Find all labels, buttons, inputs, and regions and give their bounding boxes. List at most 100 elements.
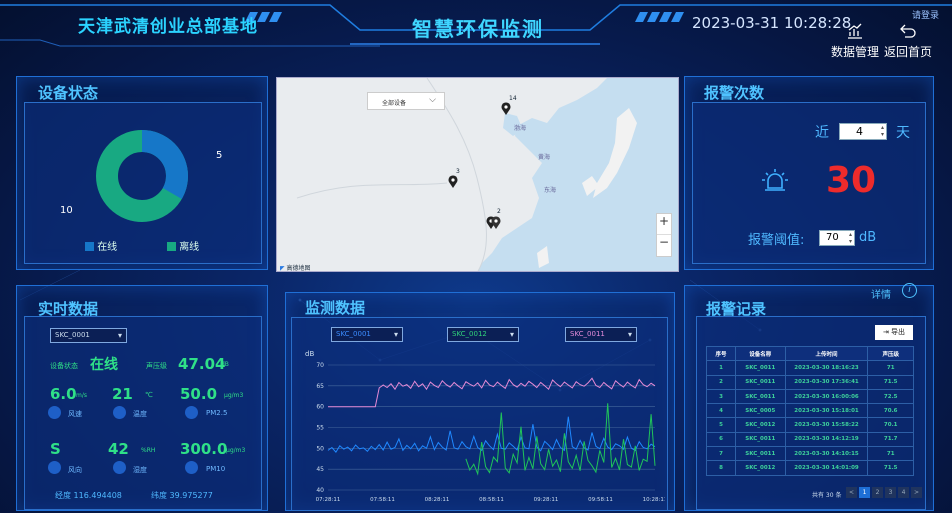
wind-speed-label: 风速 — [68, 410, 82, 418]
pagination-total: 共有 30 条 — [812, 492, 842, 499]
table-row[interactable]: 2 SKC_0011 2023-03-30 17:36:41 71.5 — [706, 374, 914, 390]
offline-count: 10 — [60, 205, 73, 216]
table-cell: 71.5 — [867, 374, 914, 390]
data-management-label: 数据管理 — [830, 45, 879, 59]
table-cell: 2023-03-30 14:01:09 — [784, 460, 869, 476]
monitor-select-1[interactable]: SKC_0001 — [331, 327, 403, 342]
zoom-in-button[interactable]: + — [657, 214, 671, 235]
y-tick-label: 40 — [316, 487, 324, 494]
pm10-label: PM10 — [206, 465, 226, 473]
map-label-bohai: 渤海 — [514, 125, 527, 132]
table-cell: 2023-03-30 14:10:15 — [784, 446, 869, 462]
zoom-out-button[interactable]: − — [657, 235, 671, 256]
pagination-page-button[interactable]: 3 — [885, 487, 896, 498]
days-input[interactable]: 4 ▴ ▾ — [839, 123, 887, 140]
table-cell: 3 — [706, 388, 736, 405]
humidity-value: 42 — [108, 440, 129, 458]
login-link[interactable]: 请登录 — [912, 8, 939, 21]
table-header-cell: 上传时间 — [784, 345, 869, 362]
table-cell: 7 — [706, 446, 736, 462]
map-marker-central[interactable]: 3 — [447, 168, 460, 193]
table-row[interactable]: 8 SKC_0012 2023-03-30 14:01:09 71.5 — [706, 460, 914, 476]
wind-speed-value: 6.0 — [50, 385, 77, 403]
x-tick-label: 07:58:11 — [370, 497, 395, 503]
table-cell: 71 — [867, 360, 914, 376]
noise-unit: dB — [221, 361, 229, 368]
table-cell: SKC_0011 — [734, 374, 786, 390]
table-cell: 1 — [706, 360, 736, 376]
device-donut-chart — [96, 130, 188, 222]
pm25-value: 50.0 — [180, 385, 218, 403]
map-marker-guangdong[interactable]: 2 — [485, 208, 503, 234]
table-cell: 5 — [706, 417, 736, 433]
export-button[interactable]: ⇥ 导出 — [875, 325, 913, 340]
table-row[interactable]: 7 SKC_0011 2023-03-30 14:10:15 71 — [706, 446, 914, 462]
pagination-page-button[interactable]: 2 — [872, 487, 883, 498]
map-device-select[interactable]: 全部设备 ⌵ — [367, 92, 445, 110]
x-tick-label: 09:58:11 — [588, 497, 613, 503]
map-logo: ◤ 高德地图 — [280, 263, 311, 271]
table-cell: 71.7 — [867, 431, 914, 448]
status-label: 设备状态 — [50, 362, 78, 370]
export-icon: ⇥ — [882, 328, 889, 336]
pm10-value: 300.0 — [180, 440, 228, 458]
monitor-line-chart: dB70 65 60 55 50 45 40 07:28:11 07:58:11 08:28:11… — [305, 350, 665, 503]
table-row[interactable]: 1 SKC_0011 2023-03-30 18:16:23 71 — [706, 360, 914, 376]
threshold-input-value: 70 — [826, 232, 839, 243]
alarm-table: 序号 设备名称 上传时间 声压级 1 SKC_0011 2023-03-30 18:16:2… — [706, 345, 914, 476]
table-cell: SKC_0011 — [734, 388, 786, 405]
table-header-cell: 序号 — [706, 345, 736, 362]
x-tick-label: 08:28:11 — [425, 497, 450, 503]
x-tick-label: 09:28:11 — [534, 497, 559, 503]
pagination-prev-button[interactable]: < — [846, 487, 857, 498]
legend-offline: 离线 — [167, 238, 199, 253]
info-icon[interactable]: i — [902, 283, 917, 298]
table-row[interactable]: 4 SKC_0005 2023-03-30 15:18:01 70.6 — [706, 403, 914, 419]
back-home-button[interactable]: 返回首页 — [883, 22, 933, 60]
spinner-icon[interactable]: ▴ ▾ — [881, 124, 884, 138]
table-cell: SKC_0011 — [734, 431, 786, 448]
back-home-label: 返回首页 — [883, 45, 932, 59]
map-view[interactable]: 渤海 黄海 东海 全部设备 ⌵ 14 3 2 + − ◤ 高德地图 — [276, 77, 679, 272]
spinner-icon[interactable]: ▴ ▾ — [849, 231, 852, 245]
wind-direction-value: S — [50, 440, 61, 458]
legend-offline-label: 离线 — [179, 242, 200, 253]
pagination-next-button[interactable]: > — [911, 487, 922, 498]
table-cell: 70.6 — [867, 403, 914, 419]
y-tick-label: 50 — [316, 445, 324, 452]
table-row[interactable]: 3 SKC_0011 2023-03-30 16:00:06 72.5 — [706, 388, 914, 405]
table-row[interactable]: 6 SKC_0011 2023-03-30 14:12:19 71.7 — [706, 431, 914, 448]
map-label-huanghai: 黄海 — [538, 154, 551, 161]
map-device-select-value: 全部设备 — [382, 100, 407, 107]
status-value: 在线 — [90, 357, 118, 373]
table-cell: 70.1 — [867, 417, 914, 433]
monitor-select-2[interactable]: SKC_0012 — [447, 327, 519, 342]
pagination-page-button[interactable]: 1 — [859, 487, 870, 498]
pm25-label: PM2.5 — [206, 409, 228, 417]
map-marker-count: 14 — [509, 95, 517, 102]
table-cell: 2023-03-30 15:58:22 — [784, 417, 869, 433]
detail-link[interactable]: 详情 — [871, 286, 891, 301]
data-management-button[interactable]: 数据管理 — [830, 22, 880, 60]
humidity-unit: %RH — [141, 447, 156, 454]
legend-online-swatch — [85, 242, 94, 251]
map-marker-beijing[interactable]: 14 — [500, 95, 517, 120]
table-header-cell: 设备名称 — [734, 345, 786, 362]
threshold-input[interactable]: 70 ▴ ▾ — [819, 230, 855, 246]
y-tick-label: 60 — [316, 404, 324, 411]
map-canvas — [296, 78, 678, 271]
pagination-page-button[interactable]: 4 — [898, 487, 909, 498]
legend-online: 在线 — [85, 238, 117, 253]
monitor-select-3[interactable]: SKC_0011 — [565, 327, 637, 342]
legend-online-label: 在线 — [97, 242, 118, 253]
table-row[interactable]: 5 SKC_0012 2023-03-30 15:58:22 70.1 — [706, 417, 914, 433]
x-tick-label: 10:28:11 — [643, 497, 665, 503]
temperature-unit: ℃ — [145, 391, 153, 399]
table-header-cell: 声压级 — [867, 345, 914, 362]
realtime-device-select[interactable]: SKC_0001 — [50, 328, 127, 343]
alarm-light-icon — [762, 169, 788, 191]
map-marker-count: 3 — [456, 168, 460, 175]
table-cell: 8 — [706, 460, 736, 476]
table-cell: 2023-03-30 16:00:06 — [784, 388, 869, 405]
wind-direction-icon — [48, 461, 61, 474]
